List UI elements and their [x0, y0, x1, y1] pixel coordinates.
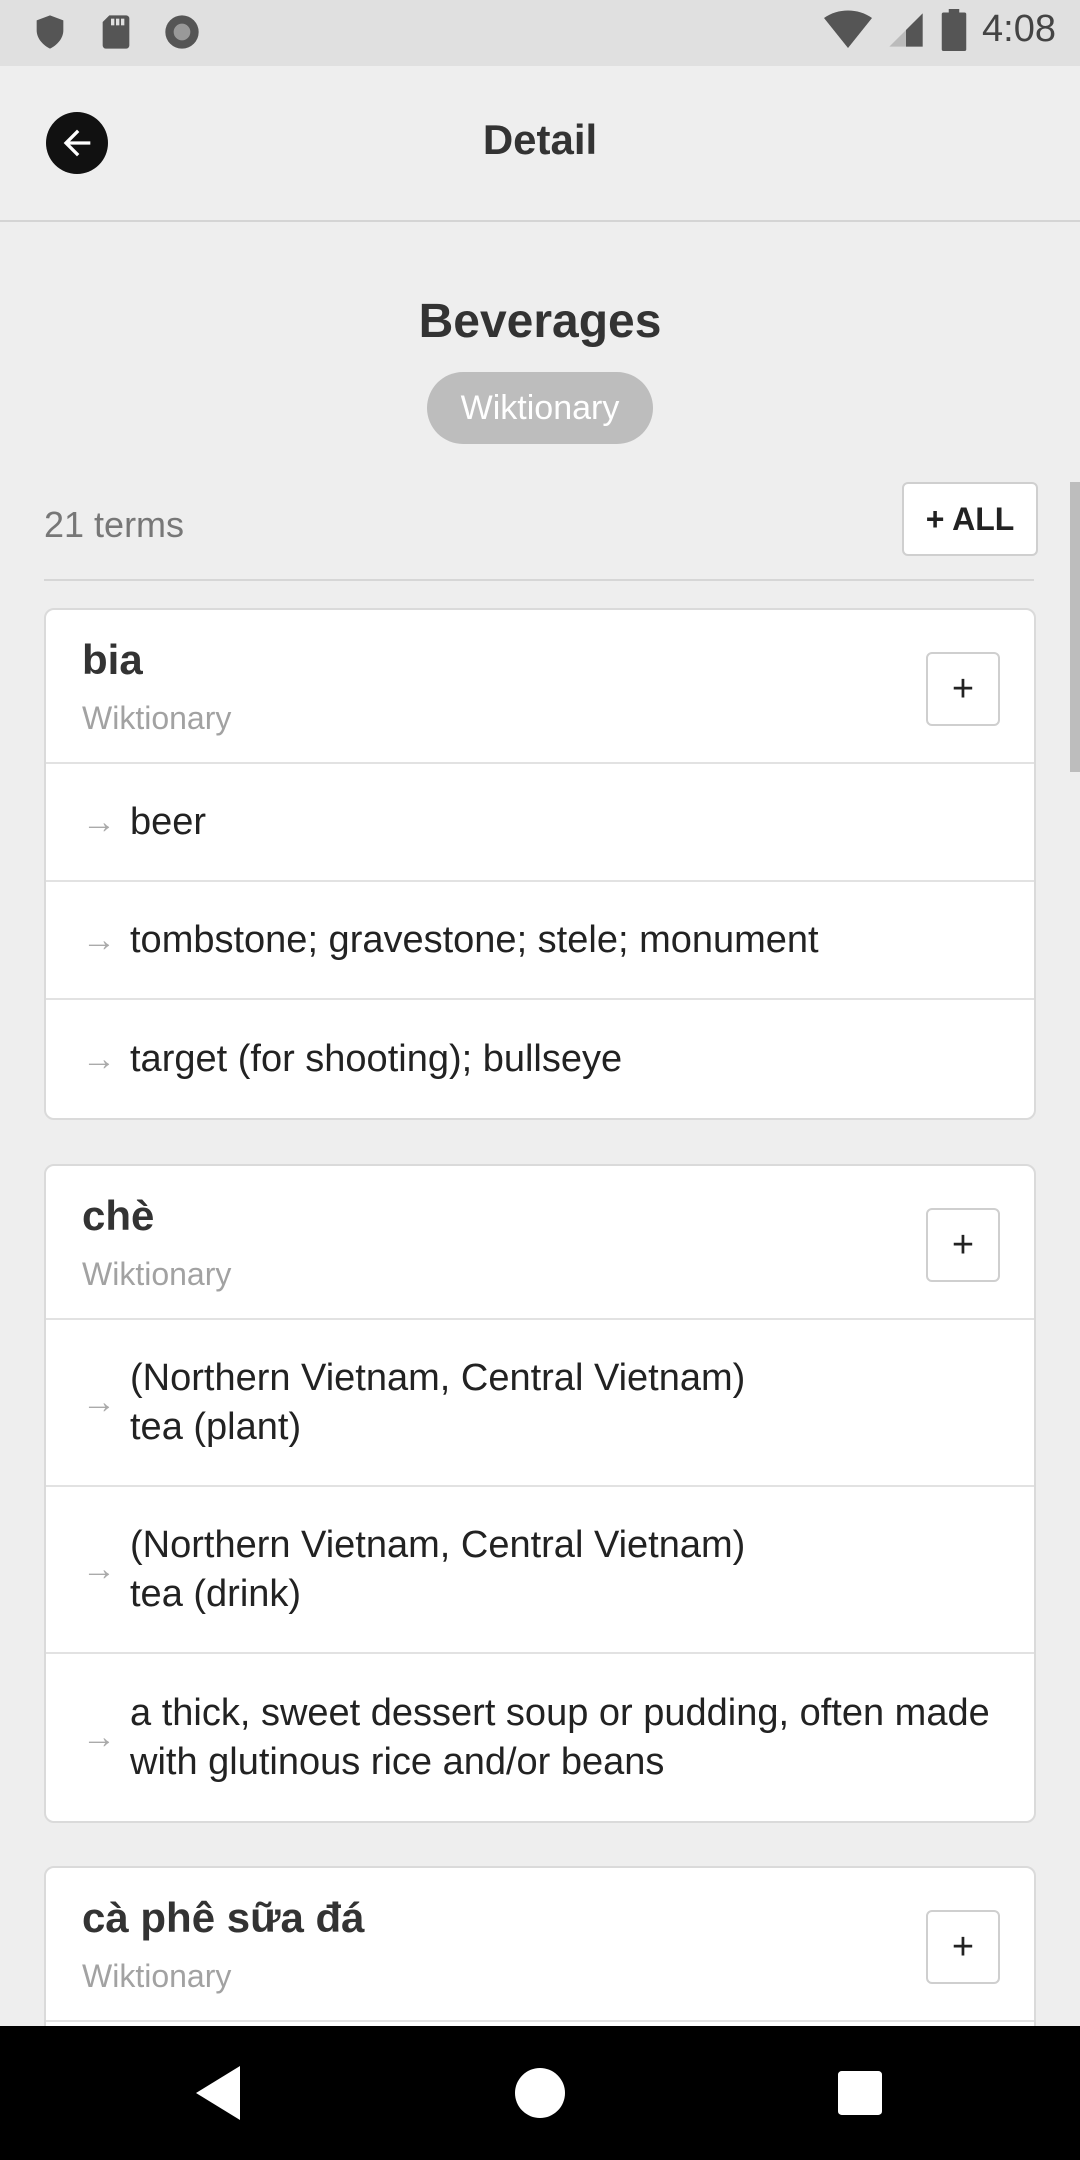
term-word: bia [82, 636, 143, 683]
add-all-button[interactable]: + ALL [902, 482, 1038, 556]
shield-icon [36, 15, 64, 49]
term-source: Wiktionary [82, 700, 232, 736]
term-card: bia Wiktionary + → beer → tombstone; gra… [44, 608, 1036, 1120]
arrow-right-icon: → [82, 802, 116, 841]
wifi-icon [824, 10, 873, 48]
definition-text: a thick, sweet dessert soup or pudding, … [130, 1691, 990, 1783]
term-card: chè Wiktionary + → (Northern Vietnam, Ce… [44, 1164, 1036, 1823]
term-source: Wiktionary [82, 1958, 232, 1994]
triangle-back-icon [196, 2066, 240, 2120]
add-term-button[interactable]: + [926, 652, 1000, 726]
term-count: 21 terms [44, 504, 185, 545]
navigation-bar [0, 2026, 1080, 2160]
definition-text: beer [130, 800, 207, 843]
square-recents-icon [838, 2071, 882, 2115]
term-source: Wiktionary [82, 1256, 232, 1292]
arrow-right-icon: → [82, 1039, 116, 1078]
arrow-right-icon: → [82, 1383, 116, 1421]
home-circle-icon [515, 2068, 565, 2118]
term-word: chè [82, 1192, 155, 1239]
scrollbar[interactable] [1070, 482, 1080, 772]
arrow-right-icon: → [82, 1718, 116, 1756]
list-title: Beverages [418, 295, 662, 348]
nav-home-button[interactable] [460, 2026, 620, 2160]
definition-row[interactable]: → beer [46, 764, 1034, 882]
definition-row[interactable]: → target (for shooting); bullseye [46, 1000, 1034, 1118]
divider [44, 579, 1034, 581]
term-list-content[interactable]: Beverages Wiktionary 21 terms + ALL bia … [0, 222, 1080, 2026]
definition-text: target (for shooting); bullseye [130, 1037, 623, 1080]
add-term-button[interactable]: + [926, 1208, 1000, 1282]
status-bar: 4:08 [0, 0, 1080, 66]
page-title: Detail [482, 116, 598, 163]
definition-row[interactable]: → (Northern Vietnam, Central Vietnam) te… [46, 1320, 1034, 1487]
circle-icon [165, 15, 199, 49]
arrow-right-icon: → [82, 920, 116, 959]
battery-icon [941, 8, 967, 51]
definition-row[interactable]: → tombstone; gravestone; stele; monument [46, 882, 1034, 1000]
definition-row[interactable]: → a thick, sweet dessert soup or pudding… [46, 1654, 1034, 1821]
definition-text: tombstone; gravestone; stele; monument [130, 918, 819, 961]
definition-row[interactable]: → (Northern Vietnam, Central Vietnam) te… [46, 1487, 1034, 1654]
arrow-right-icon: → [82, 1550, 116, 1588]
sd-card-icon [102, 15, 130, 49]
term-card: cà phê sữa đá Wiktionary + [44, 1866, 1036, 2026]
term-word: cà phê sữa đá [82, 1894, 365, 1941]
nav-recents-button[interactable] [780, 2026, 940, 2160]
clock-time: 4:08 [982, 8, 1056, 50]
term-card-header: cà phê sữa đá Wiktionary + [46, 1868, 1034, 2022]
add-term-button[interactable]: + [926, 1910, 1000, 1984]
source-chip[interactable]: Wiktionary [427, 372, 653, 444]
signal-icon [889, 12, 923, 47]
term-card-header: bia Wiktionary + [46, 610, 1034, 764]
app-bar: Detail [0, 66, 1080, 222]
definition-text: (Northern Vietnam, Central Vietnam) tea … [130, 1356, 746, 1448]
nav-back-button[interactable] [140, 2026, 300, 2160]
definition-text: (Northern Vietnam, Central Vietnam) tea … [130, 1523, 746, 1615]
term-card-header: chè Wiktionary + [46, 1166, 1034, 1320]
